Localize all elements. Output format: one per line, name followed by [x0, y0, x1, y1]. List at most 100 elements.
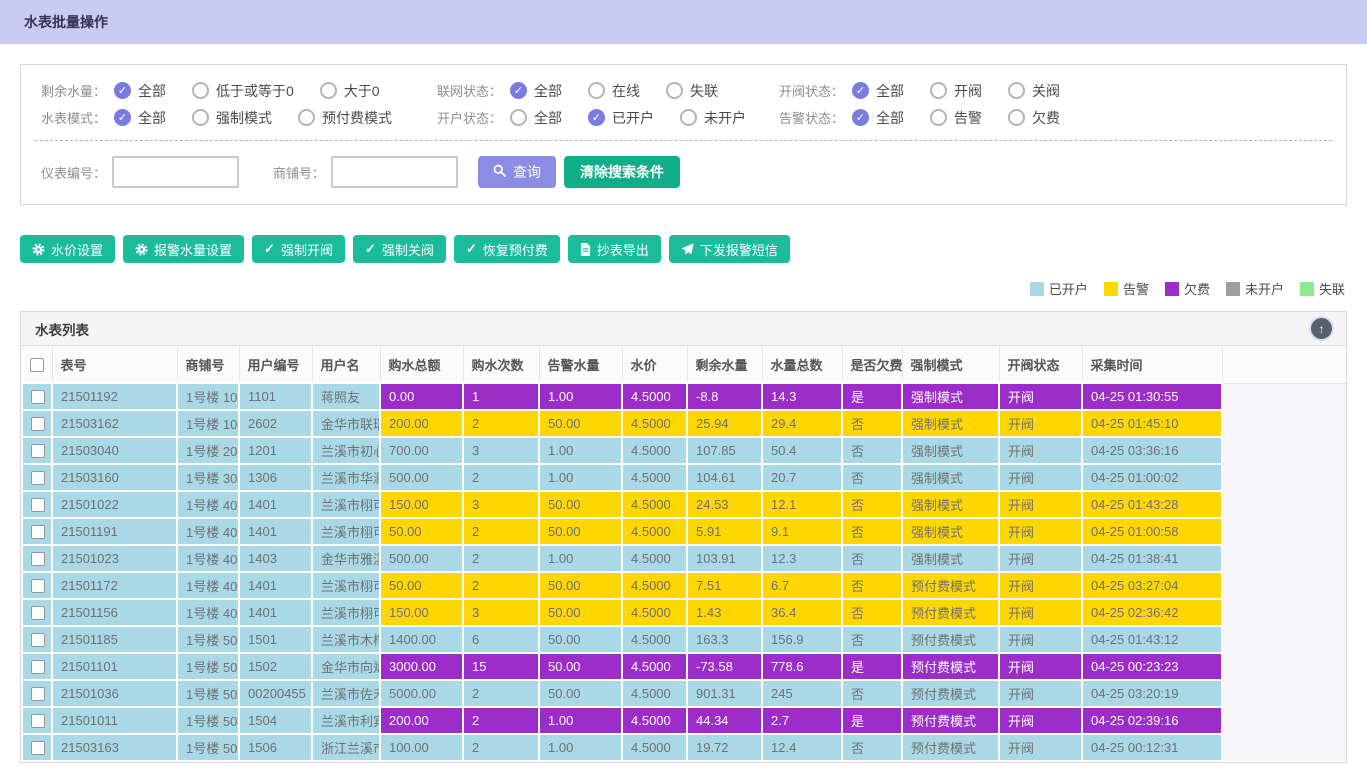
- radio-option[interactable]: 大于0: [320, 81, 380, 101]
- cell-meter-no: 21501191: [52, 518, 177, 545]
- row-checkbox-cell: [22, 437, 52, 464]
- cell-valve-status: 开阀: [999, 572, 1082, 599]
- radio-unchecked-icon[interactable]: [192, 109, 209, 126]
- toolbar-button-label: 恢复预付费: [483, 240, 548, 259]
- radio-unchecked-icon[interactable]: [1008, 82, 1025, 99]
- query-button[interactable]: 查询: [478, 156, 556, 188]
- radio-option[interactable]: ✓全部: [510, 81, 562, 101]
- collapse-up-icon[interactable]: ↑: [1311, 318, 1332, 339]
- clear-search-button[interactable]: 清除搜索条件: [564, 156, 680, 188]
- cell-collect-time: 04-25 03:27:04: [1082, 572, 1222, 599]
- cell-mode: 强制模式: [902, 464, 999, 491]
- cell-meter-no: 21501036: [52, 680, 177, 707]
- radio-option[interactable]: ✓全部: [114, 81, 166, 101]
- column-header-purchase-total: 购水总额: [380, 346, 463, 383]
- radio-unchecked-icon[interactable]: [320, 82, 337, 99]
- cell-user-no: 00200455: [239, 680, 312, 707]
- legend-swatch: [1104, 282, 1118, 296]
- radio-option[interactable]: 未开户: [680, 108, 746, 128]
- table-row: 215010111号楼 5041504兰溪市利宾工200.0021.004.50…: [22, 707, 1346, 734]
- radio-checked-icon[interactable]: ✓: [852, 109, 869, 126]
- radio-unchecked-icon[interactable]: [192, 82, 209, 99]
- radio-option[interactable]: 开阀: [930, 81, 982, 101]
- radio-checked-icon[interactable]: ✓: [114, 82, 131, 99]
- radio-option[interactable]: 全部: [510, 108, 562, 128]
- radio-option[interactable]: 欠费: [1008, 108, 1060, 128]
- cell-purchase-count: 3: [463, 437, 539, 464]
- cell-mode: 强制模式: [902, 518, 999, 545]
- toolbar-button-3[interactable]: ✓强制开阀: [252, 235, 345, 263]
- table-row: 215010361号楼 50300200455兰溪市佐禾饮5000.00250.…: [22, 680, 1346, 707]
- row-checkbox-cell: [22, 653, 52, 680]
- toolbar-button-5[interactable]: ✓恢复预付费: [454, 235, 560, 263]
- row-checkbox[interactable]: [31, 741, 45, 755]
- table-row: 215011911号楼 4021401兰溪市栩可锁50.00250.004.50…: [22, 518, 1346, 545]
- radio-unchecked-icon[interactable]: [680, 109, 697, 126]
- row-checkbox[interactable]: [31, 606, 45, 620]
- legend-item: 失联: [1300, 279, 1345, 298]
- radio-unchecked-icon[interactable]: [666, 82, 683, 99]
- radio-unchecked-icon[interactable]: [930, 109, 947, 126]
- radio-option-label: 全部: [876, 108, 904, 128]
- radio-unchecked-icon[interactable]: [1008, 109, 1025, 126]
- radio-option[interactable]: ✓全部: [114, 108, 166, 128]
- toolbar-button-4[interactable]: ✓强制关阀: [353, 235, 446, 263]
- radio-option[interactable]: 低于或等于0: [192, 81, 294, 101]
- row-checkbox[interactable]: [31, 444, 45, 458]
- cell-remaining-volume: 25.94: [687, 410, 762, 437]
- radio-checked-icon[interactable]: ✓: [114, 109, 131, 126]
- radio-option[interactable]: 在线: [588, 81, 640, 101]
- row-checkbox[interactable]: [31, 417, 45, 431]
- row-checkbox[interactable]: [31, 498, 45, 512]
- cell-total-volume: 50.4: [762, 437, 842, 464]
- toolbar-button-6[interactable]: 抄表导出: [568, 235, 661, 263]
- row-checkbox[interactable]: [31, 687, 45, 701]
- radio-option[interactable]: 告警: [930, 108, 982, 128]
- row-checkbox[interactable]: [31, 552, 45, 566]
- cell-is-arrears: 否: [842, 410, 902, 437]
- cell-collect-time: 04-25 01:00:58: [1082, 518, 1222, 545]
- toolbar-button-1[interactable]: 水价设置: [20, 235, 115, 263]
- cell-remaining-volume: -73.58: [687, 653, 762, 680]
- legend-label: 欠费: [1184, 279, 1210, 298]
- select-all-checkbox[interactable]: [30, 358, 44, 372]
- row-checkbox[interactable]: [31, 471, 45, 485]
- radio-option[interactable]: ✓ 全部: [852, 108, 904, 128]
- radio-unchecked-icon[interactable]: [510, 109, 527, 126]
- radio-option-label: 已开户: [612, 108, 654, 128]
- table-body: 215011921号楼 1011101蒋照友0.0011.004.5000-8.…: [22, 383, 1346, 761]
- cell-purchase-total: 5000.00: [380, 680, 463, 707]
- radio-option[interactable]: 关阀: [1008, 81, 1060, 101]
- cell-collect-time: 04-25 01:00:02: [1082, 464, 1222, 491]
- row-checkbox[interactable]: [31, 714, 45, 728]
- table-row: 215011921号楼 1011101蒋照友0.0011.004.5000-8.…: [22, 383, 1346, 410]
- cell-collect-time: 04-25 01:43:12: [1082, 626, 1222, 653]
- row-checkbox[interactable]: [31, 660, 45, 674]
- radio-checked-icon[interactable]: ✓: [852, 82, 869, 99]
- row-checkbox[interactable]: [31, 579, 45, 593]
- cell-shop-no: 1号楼 401: [177, 491, 239, 518]
- row-checkbox[interactable]: [31, 390, 45, 404]
- row-checkbox[interactable]: [31, 633, 45, 647]
- radio-option[interactable]: ✓ 已开户: [588, 108, 654, 128]
- filter-panel: 剩余水量：✓全部低于或等于0大于0联网状态：✓全部在线失联开阀状态：✓全部开阀关…: [20, 64, 1347, 205]
- cell-total-volume: 6.7: [762, 572, 842, 599]
- radio-option[interactable]: 预付费模式: [298, 108, 392, 128]
- toolbar-button-2[interactable]: 报警水量设置: [123, 235, 244, 263]
- cell-purchase-total: 50.00: [380, 572, 463, 599]
- radio-option[interactable]: 强制模式: [192, 108, 272, 128]
- radio-unchecked-icon[interactable]: [298, 109, 315, 126]
- toolbar-button-7[interactable]: 下发报警短信: [669, 235, 790, 263]
- meter-no-input[interactable]: [112, 156, 239, 188]
- shop-no-input[interactable]: [331, 156, 458, 188]
- radio-option[interactable]: 失联: [666, 81, 718, 101]
- cell-user-name: 兰溪市栩可锁: [312, 599, 380, 626]
- radio-option[interactable]: ✓全部: [852, 81, 904, 101]
- radio-unchecked-icon[interactable]: [930, 82, 947, 99]
- cell-valve-status: 开阀: [999, 545, 1082, 572]
- row-checkbox[interactable]: [31, 525, 45, 539]
- radio-unchecked-icon[interactable]: [588, 82, 605, 99]
- radio-checked-icon[interactable]: ✓: [510, 82, 527, 99]
- radio-checked-icon[interactable]: ✓: [588, 109, 605, 126]
- filter-group-label: 开阀状态：: [779, 81, 844, 100]
